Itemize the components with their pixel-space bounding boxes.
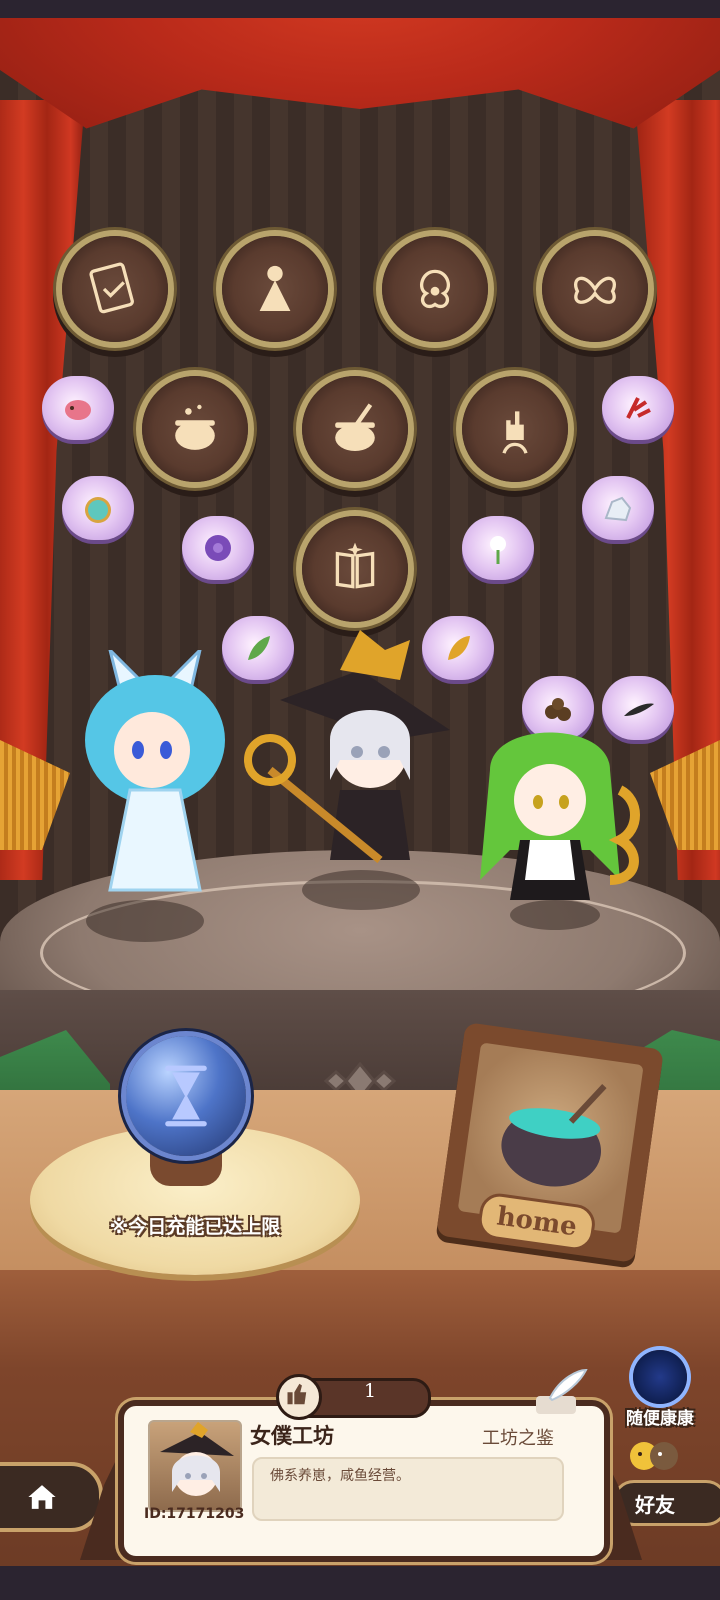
ornament-medal[interactable] [382, 236, 488, 342]
top-status-strip [0, 0, 720, 20]
purple-flower-bubble-icon [205, 535, 231, 561]
girl-silhouette-medal-icon [259, 265, 291, 311]
cauldron-stir-medal[interactable] [302, 376, 408, 482]
certificate-medal-icon [89, 262, 134, 314]
book-medal[interactable] [302, 516, 408, 622]
player-id: ID:17171203 [144, 1506, 245, 1522]
white-flower-bubble[interactable] [462, 516, 534, 580]
girl-medal[interactable] [222, 236, 328, 342]
recharge-orb-button[interactable] [126, 1036, 246, 1156]
butterfly-medal-icon [574, 276, 616, 304]
workshop-tag[interactable]: 工坊之鉴 [482, 1424, 554, 1450]
like-count: 1 [363, 1380, 377, 1402]
purple-flower-bubble[interactable] [182, 516, 254, 580]
mushroom-bubble-icon [545, 698, 571, 721]
house-icon [27, 1485, 56, 1509]
cauldron-medal[interactable] [142, 376, 248, 482]
pocket-watch-bubble[interactable] [62, 476, 134, 540]
friends-icon [630, 1442, 678, 1470]
red-coral-bubble[interactable] [602, 376, 674, 440]
bottom-strip [0, 1566, 720, 1600]
portal-icon [633, 1350, 687, 1404]
random-visit-button[interactable]: 随便康康 [610, 1350, 710, 1429]
quill-icon[interactable] [530, 1368, 590, 1418]
maid-girl-character[interactable] [470, 730, 650, 920]
shop-name: 女僕工坊 [250, 1424, 334, 1448]
certificate-medal[interactable] [62, 236, 168, 342]
witch-girl-character[interactable] [240, 630, 480, 880]
cauldron-medal-icon [175, 404, 215, 450]
home-button[interactable] [0, 1462, 103, 1532]
larva-bubble[interactable] [42, 376, 114, 440]
home-frame-button[interactable]: home [436, 1022, 664, 1263]
random-visit-label: 随便康康 [626, 1409, 694, 1429]
friends-label: 好友 [635, 1493, 675, 1517]
player-avatar[interactable] [148, 1420, 242, 1512]
hand-sprout-medal-icon [502, 411, 528, 454]
hand-sprout-medal[interactable] [462, 376, 568, 482]
motto-text: 佛系养崽，咸鱼经营。 [270, 1468, 410, 1484]
recharge-status-text: ※今日充能已达上限 [109, 1216, 281, 1238]
witch-avatar-icon [160, 1422, 234, 1496]
feather-bubble-icon [624, 703, 654, 716]
like-button[interactable] [276, 1374, 322, 1420]
ice-fox-girl-character[interactable] [60, 650, 240, 910]
red-coral-bubble-icon [626, 397, 651, 419]
larva-bubble-icon [65, 400, 91, 420]
cauldron-stir-medal-icon [335, 403, 375, 451]
book-medal-icon [335, 542, 375, 589]
ornament-medal-icon [419, 269, 451, 309]
crystal-bubble-icon [604, 496, 632, 522]
crystal-bubble[interactable] [582, 476, 654, 540]
hourglass-icon [165, 1065, 207, 1127]
butterfly-medal[interactable] [542, 236, 648, 342]
pocket-watch-bubble-icon [85, 497, 111, 523]
white-flower-bubble-icon [490, 536, 506, 564]
thumbs-up-icon [287, 1383, 307, 1405]
